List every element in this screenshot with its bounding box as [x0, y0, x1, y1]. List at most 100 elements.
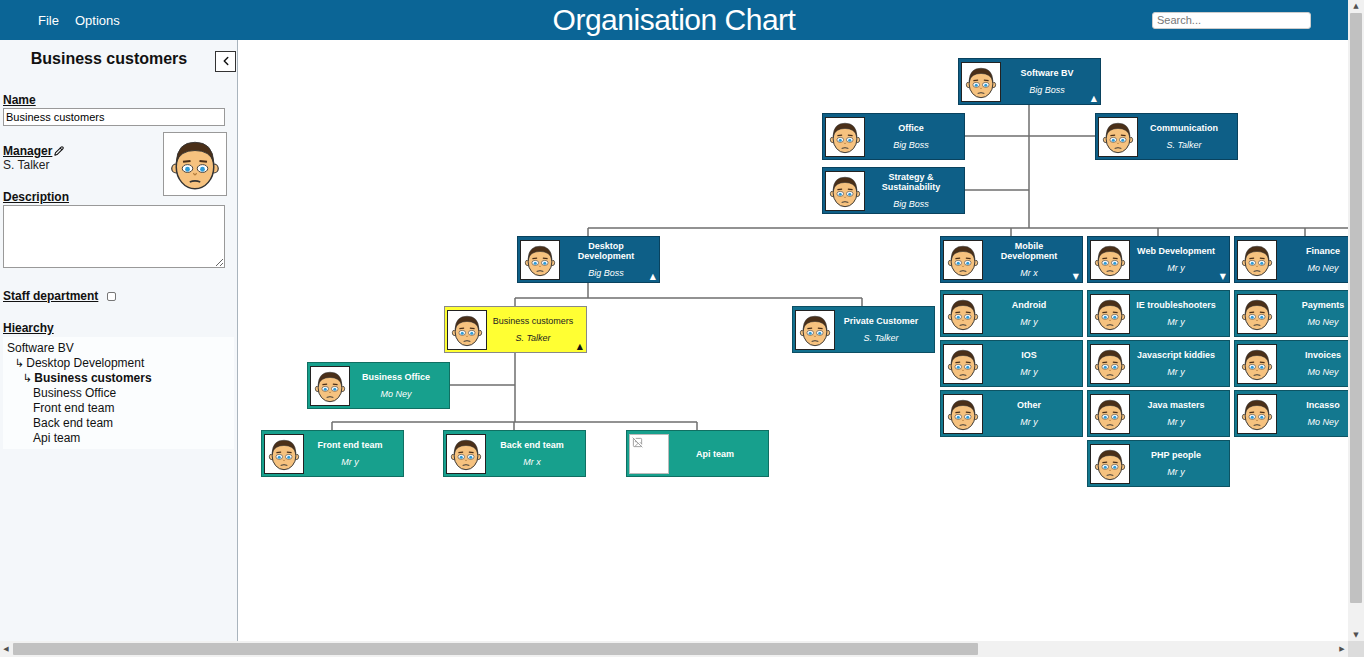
node-manager: Mo Ney [1307, 417, 1338, 427]
node-name: Payments [1302, 300, 1345, 310]
connector-line [964, 189, 1029, 191]
expand-toggle[interactable]: ▲ [650, 273, 656, 281]
header-bar: FileOptionsOrganisation Chart [0, 0, 1348, 40]
org-node[interactable]: IOSMr y [940, 340, 1083, 387]
node-name: PHP people [1151, 450, 1201, 460]
org-node[interactable]: Strategy & SustainabilityBig Boss [822, 167, 965, 214]
expand-toggle[interactable]: ▼ [1220, 273, 1226, 281]
scroll-arrow[interactable]: ▶ [1336, 641, 1348, 657]
node-photo [825, 117, 865, 157]
node-manager: Mr y [1020, 367, 1038, 377]
org-node[interactable]: PaymentsMo Ney [1234, 290, 1348, 337]
org-node[interactable]: IE troubleshootersMr y [1087, 290, 1230, 337]
org-node[interactable]: AndroidMr y [940, 290, 1083, 337]
manager-label[interactable]: Manager [3, 144, 163, 158]
description-input[interactable] [3, 205, 225, 268]
node-manager: Mr y [341, 457, 359, 467]
connector-line [696, 422, 698, 430]
org-node[interactable]: Mobile DevelopmentMr x▼ [940, 236, 1083, 283]
expand-toggle[interactable]: ▼ [1073, 273, 1079, 281]
node-text: Private CustomerS. Talker [835, 316, 934, 343]
horizontal-scrollbar[interactable]: ◀▶ [0, 641, 1348, 657]
name-input[interactable] [3, 108, 225, 126]
org-node[interactable]: Api team [626, 430, 769, 477]
node-manager: S. Talker [1166, 140, 1201, 150]
pencil-icon[interactable] [54, 146, 64, 156]
search-input[interactable] [1152, 12, 1311, 29]
node-text: Business customersS. Talker [487, 316, 586, 343]
scrollbar-corner [1348, 641, 1364, 657]
tree-item[interactable]: Back end team [7, 416, 230, 431]
org-node[interactable]: InvoicesMo Ney [1234, 340, 1348, 387]
node-manager: Mo Ney [1307, 263, 1338, 273]
chevron-left-icon [219, 54, 233, 68]
tree-item[interactable]: ↳Business customers [7, 371, 230, 386]
manager-info: ManagerS. TalkerDescription [3, 132, 163, 204]
org-node[interactable]: IncassoMo Ney [1234, 390, 1348, 437]
vertical-scrollbar[interactable]: ▲▼ [1348, 0, 1364, 641]
org-node[interactable]: Private CustomerS. Talker [792, 306, 935, 353]
tree-item[interactable]: Api team [7, 431, 230, 446]
org-node[interactable]: Software BVBig Boss▲ [958, 58, 1101, 105]
avatar-icon [826, 118, 864, 156]
scroll-thumb[interactable] [1350, 13, 1362, 603]
org-node[interactable]: Web DevelopmentMr y▼ [1087, 236, 1230, 283]
collapse-button[interactable] [215, 51, 236, 72]
scroll-track[interactable] [1348, 12, 1364, 629]
org-node[interactable]: Back end teamMr x [443, 430, 586, 477]
node-photo [961, 62, 1001, 102]
node-name: Business Office [362, 372, 430, 382]
node-name: Communication [1150, 123, 1218, 133]
node-name: IE troubleshooters [1136, 300, 1216, 310]
org-node[interactable]: OfficeBig Boss [822, 113, 965, 160]
node-photo [825, 171, 865, 211]
node-manager: Mo Ney [380, 389, 411, 399]
scroll-arrow[interactable]: ▲ [1348, 0, 1364, 12]
org-node[interactable]: Java mastersMr y [1087, 390, 1230, 437]
org-node[interactable]: FinanceMo Ney [1234, 236, 1348, 283]
org-node[interactable]: Business Office Mo Ney [307, 362, 450, 409]
manager-photo [163, 132, 227, 196]
node-name: Invoices [1305, 350, 1341, 360]
scroll-track[interactable] [12, 641, 1336, 657]
avatar-icon [1091, 445, 1129, 483]
node-photo [1237, 394, 1277, 434]
node-photo [943, 294, 983, 334]
chart-canvas[interactable]: Software BVBig Boss▲ OfficeBig Boss Commun… [238, 40, 1348, 641]
org-node[interactable]: OtherMr y [940, 390, 1083, 437]
tree-item[interactable]: ↳Desktop Development [7, 356, 230, 371]
connector-line [861, 298, 863, 306]
broken-image-icon [632, 437, 643, 448]
menu-item[interactable]: File [38, 13, 59, 28]
tree-item[interactable]: Software BV [7, 341, 230, 356]
org-node[interactable]: PHP peopleMr y [1087, 440, 1230, 487]
node-photo [1090, 240, 1130, 280]
node-text: Javascript kiddiesMr y [1130, 350, 1229, 377]
connector-line [1304, 228, 1306, 236]
connector-line [587, 282, 589, 298]
org-node[interactable]: Desktop DevelopmentBig Boss▲ [517, 236, 660, 283]
node-text: IncassoMo Ney [1277, 400, 1348, 427]
scroll-arrow[interactable]: ◀ [0, 641, 12, 657]
node-text: AndroidMr y [983, 300, 1082, 327]
connector-line [1010, 228, 1012, 236]
tree-branch-icon: ↳ [15, 356, 24, 371]
org-node[interactable]: Javascript kiddiesMr y [1087, 340, 1230, 387]
avatar-icon [1099, 118, 1137, 156]
tree-item[interactable]: Front end team [7, 401, 230, 416]
app: FileOptionsOrganisation ChartBusiness cu… [0, 0, 1364, 657]
staff-department-checkbox[interactable] [107, 292, 116, 301]
tree-item[interactable]: Business Office [7, 386, 230, 401]
scroll-arrow[interactable]: ▼ [1348, 629, 1364, 641]
expand-toggle[interactable]: ▲ [577, 343, 583, 351]
org-node[interactable]: Communication S. Talker [1095, 113, 1238, 160]
menu-item[interactable]: Options [75, 13, 120, 28]
node-manager: S. Talker [863, 333, 898, 343]
node-photo [520, 240, 560, 280]
node-text: FinanceMo Ney [1277, 246, 1348, 273]
org-node[interactable]: Front end teamMr y [261, 430, 404, 477]
scroll-thumb[interactable] [13, 643, 978, 655]
node-manager: S. Talker [515, 333, 550, 343]
expand-toggle[interactable]: ▲ [1091, 95, 1097, 103]
org-node[interactable]: Business customersS. Talker▲ [444, 306, 587, 353]
